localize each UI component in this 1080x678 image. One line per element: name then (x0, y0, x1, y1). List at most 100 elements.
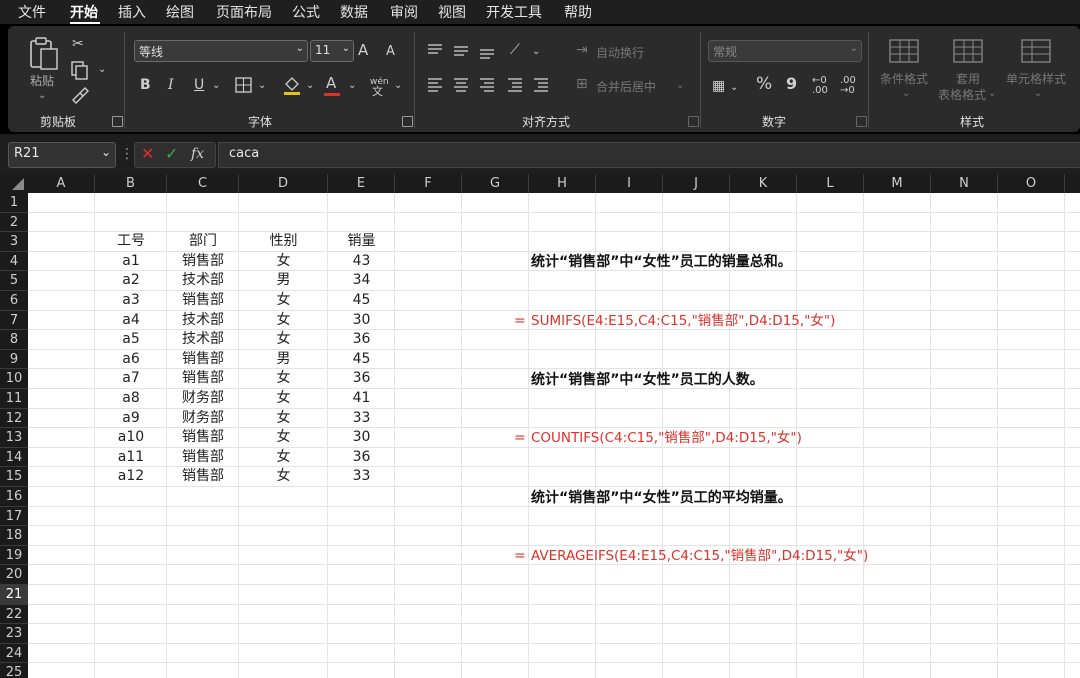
cell-dept[interactable]: 销售部 (167, 252, 239, 272)
col-header-e[interactable]: E (328, 174, 395, 193)
conditional-format-icon[interactable] (888, 38, 920, 66)
menu-draw[interactable]: 绘图 (166, 2, 194, 22)
col-header-l[interactable]: L (797, 174, 864, 193)
row-header[interactable]: 2 (0, 213, 28, 233)
cell-id[interactable]: a9 (95, 409, 167, 429)
task-question-count[interactable]: 统计“销售部”中“女性”员工的人数。 (531, 371, 764, 391)
cell-sales[interactable]: 33 (328, 467, 395, 487)
table-header-id[interactable]: 工号 (95, 232, 167, 252)
cell-gender[interactable]: 女 (239, 448, 328, 468)
wrap-text-label[interactable]: 自动换行 (596, 44, 644, 61)
cell-id[interactable]: a11 (95, 448, 167, 468)
cell-gender[interactable]: 女 (239, 369, 328, 389)
percent-button[interactable]: % (756, 76, 772, 93)
worksheet-grid[interactable]: 工号 部门 性别 销量 统计“销售部”中“女性”员工的销量总和。 = SUMIF… (28, 193, 1080, 678)
cell-gender[interactable]: 女 (239, 291, 328, 311)
cell-sales[interactable]: 36 (328, 330, 395, 350)
cell-dept[interactable]: 销售部 (167, 291, 239, 311)
cell-sales[interactable]: 33 (328, 409, 395, 429)
copy-dropdown-icon[interactable]: ⌄ (98, 62, 106, 78)
menu-help[interactable]: 帮助 (564, 2, 592, 22)
cell-sales[interactable]: 36 (328, 448, 395, 468)
col-header-d[interactable]: D (239, 174, 328, 193)
menu-developer[interactable]: 开发工具 (486, 2, 542, 22)
cell-id[interactable]: a4 (95, 311, 167, 331)
cell-gender[interactable]: 男 (239, 271, 328, 291)
conditional-dropdown-icon[interactable]: ⌄ (902, 86, 910, 102)
font-size-select[interactable]: 11 ⌄ (310, 40, 354, 62)
table-format-icon[interactable] (952, 38, 984, 66)
font-name-select[interactable]: 等线 ⌄ (134, 40, 308, 62)
col-header-f[interactable]: F (395, 174, 462, 193)
fill-color-dropdown-icon[interactable]: ⌄ (306, 78, 314, 94)
vertical-align-icons[interactable] (424, 40, 514, 62)
cell-dept[interactable]: 技术部 (167, 330, 239, 350)
italic-button[interactable]: I (168, 77, 174, 93)
borders-dropdown-icon[interactable]: ⌄ (258, 78, 266, 94)
row-header[interactable]: 4 (0, 252, 28, 272)
cell-gender[interactable]: 女 (239, 428, 328, 448)
row-header[interactable]: 20 (0, 565, 28, 585)
row-header[interactable]: 8 (0, 330, 28, 350)
row-header[interactable]: 17 (0, 507, 28, 527)
menu-review[interactable]: 审阅 (390, 2, 418, 22)
cell-sales[interactable]: 43 (328, 252, 395, 272)
row-header[interactable]: 3 (0, 232, 28, 252)
decrease-decimal-icon[interactable]: .00 →0 (840, 76, 856, 96)
merge-dropdown-icon[interactable]: ⌄ (676, 78, 684, 94)
cell-styles-icon[interactable] (1020, 38, 1052, 66)
more-options-icon[interactable]: ⋮ (120, 146, 134, 162)
task-question-average[interactable]: 统计“销售部”中“女性”员工的平均销量。 (531, 489, 792, 509)
col-header-c[interactable]: C (167, 174, 239, 193)
font-launcher-icon[interactable] (402, 116, 413, 127)
paste-label[interactable]: 粘贴 (30, 72, 54, 89)
cell-dept[interactable]: 销售部 (167, 350, 239, 370)
col-header-g[interactable]: G (462, 174, 529, 193)
row-header[interactable]: 9 (0, 350, 28, 370)
cell-gender[interactable]: 女 (239, 252, 328, 272)
increase-decimal-icon[interactable]: ←0.00 (812, 76, 828, 96)
cell-id[interactable]: a2 (95, 271, 167, 291)
menu-insert[interactable]: 插入 (118, 2, 146, 22)
cell-dept[interactable]: 销售部 (167, 428, 239, 448)
borders-icon[interactable] (234, 76, 254, 94)
row-header[interactable]: 11 (0, 389, 28, 409)
row-header[interactable]: 13 (0, 428, 28, 448)
row-header[interactable]: 24 (0, 644, 28, 664)
alignment-launcher-icon[interactable] (688, 116, 699, 127)
comma-style-button[interactable]: 9 (786, 76, 797, 92)
copy-icon[interactable] (70, 60, 90, 80)
table-format-label-2[interactable]: 表格格式 (938, 86, 986, 103)
cell-sales[interactable]: 30 (328, 311, 395, 331)
menu-formulas[interactable]: 公式 (292, 2, 320, 22)
wrap-text-icon[interactable]: ⇥ (576, 42, 588, 58)
cell-gender[interactable]: 女 (239, 311, 328, 331)
row-header[interactable]: 21 (0, 585, 28, 605)
task-formula-average[interactable]: AVERAGEIFS(E4:E15,C4:C15,"销售部",D4:D15,"女… (531, 547, 868, 567)
cell-gender[interactable]: 女 (239, 467, 328, 487)
cell-id[interactable]: a10 (95, 428, 167, 448)
row-header[interactable]: 25 (0, 663, 28, 678)
merge-center-label[interactable]: 合并后居中 (596, 78, 656, 95)
horizontal-align-icons[interactable] (424, 74, 556, 96)
name-box[interactable]: R21 ⌄ (8, 142, 116, 168)
paste-icon[interactable] (28, 36, 60, 72)
cell-gender[interactable]: 女 (239, 409, 328, 429)
row-header[interactable]: 6 (0, 291, 28, 311)
cell-sales[interactable]: 36 (328, 369, 395, 389)
clipboard-launcher-icon[interactable] (112, 116, 123, 127)
cell-styles-dropdown-icon[interactable]: ⌄ (1034, 86, 1042, 102)
menu-file[interactable]: 文件 (18, 2, 46, 22)
table-header-sales[interactable]: 销量 (328, 232, 395, 252)
font-color-dropdown-icon[interactable]: ⌄ (348, 78, 356, 94)
accounting-format-icon[interactable]: ▦ (712, 78, 725, 94)
menu-view[interactable]: 视图 (438, 2, 466, 22)
paste-dropdown-icon[interactable]: ⌄ (38, 88, 46, 104)
row-header[interactable]: 19 (0, 546, 28, 566)
insert-function-icon[interactable]: fx (191, 146, 204, 162)
row-header[interactable]: 15 (0, 467, 28, 487)
phonetic-dropdown-icon[interactable]: ⌄ (394, 78, 402, 94)
cell-dept[interactable]: 财务部 (167, 389, 239, 409)
col-header-o[interactable]: O (998, 174, 1065, 193)
merge-center-icon[interactable]: ⊞ (576, 76, 588, 92)
